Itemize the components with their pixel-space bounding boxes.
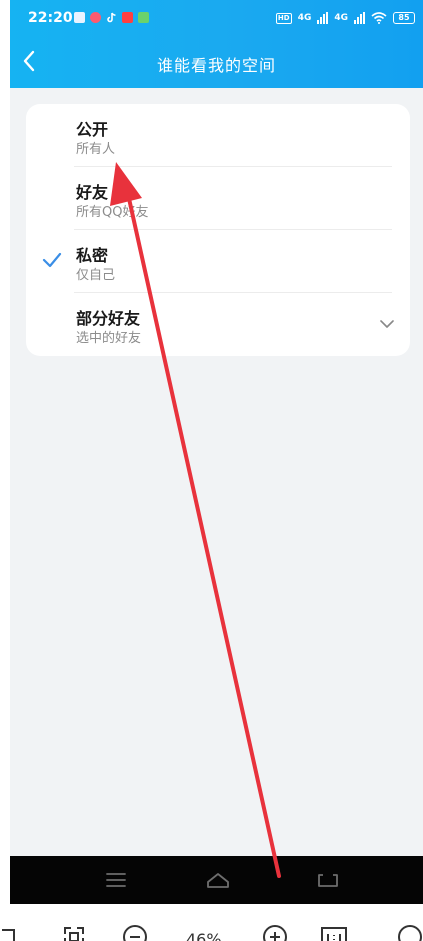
zoom-out-icon[interactable] — [122, 924, 148, 941]
image-viewer-toolbar: 46% — [0, 904, 423, 941]
news-app-icon — [122, 12, 133, 23]
tiktok-app-icon — [106, 12, 117, 23]
option-public[interactable]: 公开 所有人 — [26, 104, 410, 167]
status-bar: 22:20 HD 4G 4G 85 — [10, 0, 423, 36]
phone-screen: 22:20 HD 4G 4G 85 谁能看我的空间 公开 所有人 好友 所有QQ… — [10, 0, 423, 904]
privacy-options-card: 公开 所有人 好友 所有QQ好友 私密 仅自己 部分好友 选中的好友 — [26, 104, 410, 356]
option-subtitle: 仅自己 — [76, 268, 116, 283]
option-title: 私密 — [76, 246, 109, 265]
return-icon[interactable] — [316, 870, 340, 890]
signal-icon — [317, 12, 329, 24]
wifi-icon — [371, 12, 387, 24]
filmstrip-icon[interactable] — [0, 924, 18, 941]
option-title: 部分好友 — [76, 309, 141, 328]
zoom-in-icon[interactable] — [262, 924, 288, 941]
map-app-icon — [138, 12, 149, 23]
option-subtitle: 所有人 — [76, 142, 116, 157]
option-friends[interactable]: 好友 所有QQ好友 — [26, 167, 410, 230]
system-navigation-bar — [10, 856, 423, 904]
status-time: 22:20 — [28, 10, 73, 26]
network-label-1: 4G — [297, 13, 312, 23]
screenshot-root: 22:20 HD 4G 4G 85 谁能看我的空间 公开 所有人 好友 所有QQ… — [0, 0, 423, 941]
gallery-app-icon — [74, 12, 85, 23]
battery-icon: 85 — [393, 12, 415, 24]
option-subtitle: 选中的好友 — [76, 331, 142, 346]
zoom-level: 46% — [186, 930, 222, 941]
home-icon[interactable] — [206, 870, 230, 890]
checkmark-icon — [42, 252, 62, 268]
option-private[interactable]: 私密 仅自己 — [26, 230, 410, 293]
signal-icon — [354, 12, 365, 24]
option-subtitle: 所有QQ好友 — [76, 205, 149, 220]
option-title: 公开 — [76, 120, 109, 139]
chevron-down-icon[interactable] — [380, 319, 394, 329]
page-title: 谁能看我的空间 — [156, 56, 276, 75]
heart-app-icon — [90, 12, 101, 23]
status-indicators: HD 4G 4G 85 — [275, 9, 415, 27]
fit-screen-icon[interactable] — [62, 924, 86, 941]
hd-badge: HD — [275, 12, 292, 24]
network-label-2: 4G — [334, 13, 348, 23]
actual-size-icon[interactable] — [320, 924, 348, 941]
option-some-friends[interactable]: 部分好友 选中的好友 — [26, 293, 410, 356]
rotate-icon[interactable] — [396, 924, 423, 941]
navigation-bar: 谁能看我的空间 — [10, 36, 423, 88]
option-title: 好友 — [76, 183, 109, 202]
menu-icon[interactable] — [104, 870, 128, 890]
